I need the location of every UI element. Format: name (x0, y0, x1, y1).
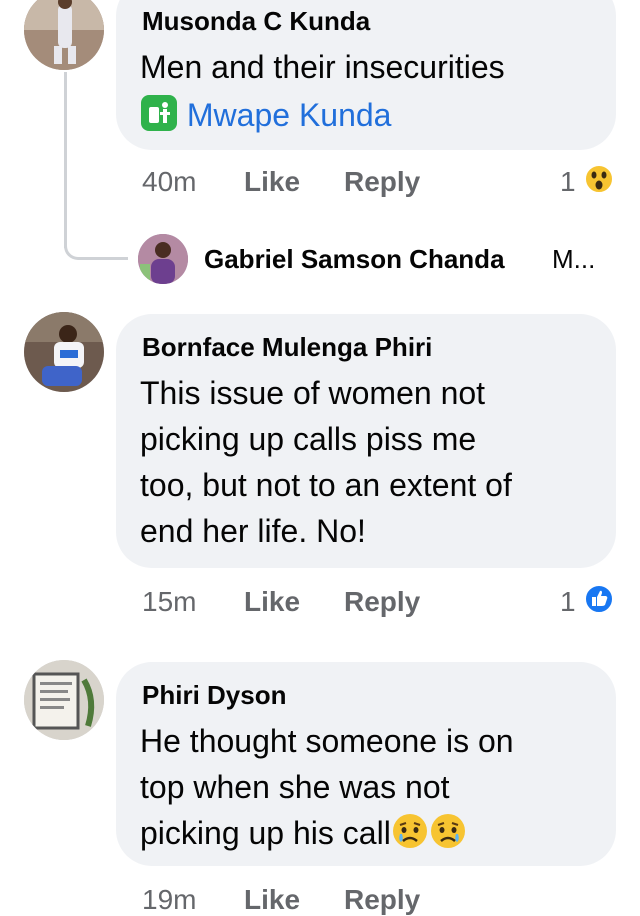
comment-text-line: top when she was not (140, 769, 450, 805)
comment-text-line: picking up calls piss me (140, 421, 477, 457)
comment-time: 19m (142, 884, 197, 915)
reply-button[interactable]: Reply (344, 166, 420, 198)
comment-text-line: This issue of women not (140, 375, 486, 411)
like-button[interactable]: Like (244, 166, 300, 198)
wow-reaction-icon[interactable] (584, 164, 614, 194)
comment-author[interactable]: Musonda C Kunda (142, 6, 370, 37)
comment-author[interactable]: Phiri Dyson (142, 680, 286, 711)
reaction-count[interactable]: 1 (560, 166, 576, 198)
sad-tear-emoji-icon (430, 814, 465, 848)
comment-text: Men and their insecurities (140, 49, 505, 85)
thread-connector-line (64, 72, 67, 248)
reply-preview-snippet[interactable]: M... (552, 244, 595, 275)
comment-text-last-line: picking up his call (140, 810, 467, 856)
avatar-photo (138, 234, 188, 284)
avatar-photo (24, 0, 104, 70)
comment-mention[interactable]: Mwape Kunda (140, 92, 391, 138)
avatar-musonda[interactable] (24, 0, 104, 70)
reply-preview-author[interactable]: Gabriel Samson Chanda (204, 244, 505, 275)
comment-text-line: end her life. No! (140, 513, 366, 549)
reply-button[interactable]: Reply (344, 586, 420, 618)
avatar-bornface[interactable] (24, 312, 104, 392)
comment-text-line: picking up his call (140, 815, 391, 851)
avatar-photo (24, 660, 104, 740)
sad-tear-emoji-icon (392, 814, 427, 848)
comment-time: 15m (142, 586, 197, 617)
avatar-phiri-dyson[interactable] (24, 660, 104, 740)
comment-text-line: too, but not to an extent of (140, 467, 512, 503)
reaction-count[interactable]: 1 (560, 586, 576, 618)
like-reaction-icon[interactable] (584, 584, 614, 614)
comment-author[interactable]: Bornface Mulenga Phiri (142, 332, 432, 363)
thread-connector-curve (64, 246, 128, 260)
comment-text-line: He thought someone is on (140, 723, 514, 759)
avatar-photo (24, 312, 104, 392)
reply-button[interactable]: Reply (344, 884, 420, 916)
like-button[interactable]: Like (244, 884, 300, 916)
like-button[interactable]: Like (244, 586, 300, 618)
sticker-icon (141, 95, 177, 131)
mention-link[interactable]: Mwape Kunda (187, 97, 392, 133)
avatar-gabriel[interactable] (138, 234, 188, 284)
comment-time: 40m (142, 166, 197, 197)
